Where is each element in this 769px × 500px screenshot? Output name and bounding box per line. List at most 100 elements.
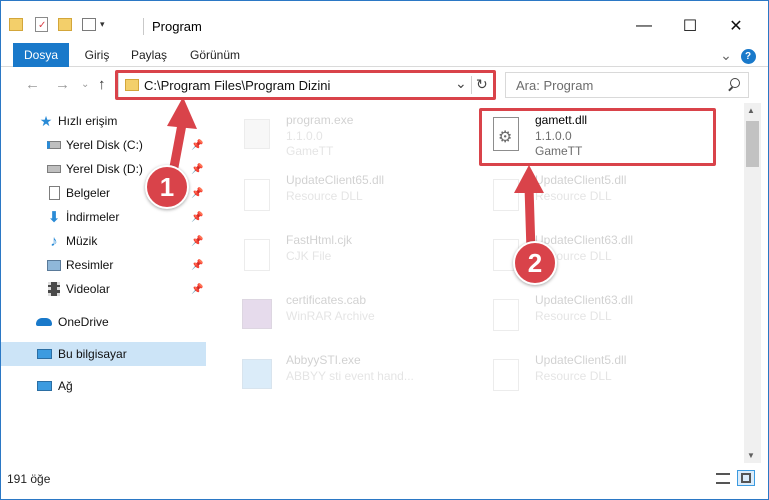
sidebar-item-label: Hızlı erişim — [58, 114, 118, 128]
sidebar-item-label: Ağ — [58, 379, 73, 393]
file-detail: Resource DLL — [535, 309, 612, 323]
dll-icon — [485, 173, 525, 217]
tab-share[interactable]: Paylaş — [127, 43, 171, 67]
sidebar-item-pictures[interactable]: Resimler 📌 — [1, 253, 206, 277]
sidebar-item-quick-access[interactable]: ★ Hızlı erişim — [1, 109, 206, 133]
tab-home[interactable]: Giriş — [77, 43, 117, 67]
file-item-program-exe[interactable]: program.exe 1.1.0.0 GameTT — [216, 105, 451, 165]
cloud-icon — [36, 314, 52, 330]
scroll-down-icon[interactable]: ▼ — [747, 451, 755, 460]
file-detail: 1.1.0.0 — [286, 129, 323, 143]
ribbon-expand-icon[interactable]: ⌄ — [717, 43, 735, 67]
scrollbar-thumb[interactable] — [746, 121, 759, 167]
exe-icon — [236, 113, 276, 157]
file-highlight-box — [479, 108, 716, 166]
window-title: Program — [152, 19, 202, 34]
customize-toolbar-icon[interactable]: ▾ — [100, 19, 105, 30]
pin-icon: 📌 — [191, 187, 204, 199]
up-button[interactable]: ↑ — [98, 76, 106, 93]
forward-button[interactable]: → — [55, 76, 70, 93]
status-bar: 191 öğe — [1, 463, 768, 499]
file-item-updateclient63[interactable]: UpdateClient63.dll Resource DLL — [465, 225, 700, 285]
file-name: UpdateClient5.dll — [535, 353, 627, 367]
address-row: ← → ⌄ ↑ C:\Program Files\Program Dizini … — [1, 67, 768, 103]
pin-icon: 📌 — [191, 259, 204, 271]
sidebar-item-label: Yerel Disk (C:) — [66, 138, 143, 152]
sidebar-item-label: Belgeler — [66, 186, 111, 200]
maximize-button[interactable]: ☐ — [667, 11, 713, 41]
file-item-updateclient65[interactable]: UpdateClient65.dll Resource DLL — [216, 165, 451, 225]
sidebar-item-label: Resimler — [66, 258, 114, 272]
explorer-window: ✓ ▾ Program — ☐ ✕ Dosya Giriş Paylaş Gör… — [0, 0, 769, 500]
file-item-certificates[interactable]: certificates.cab WinRAR Archive — [216, 285, 451, 345]
close-button[interactable]: ✕ — [713, 11, 759, 41]
properties-icon[interactable]: ✓ — [35, 16, 48, 32]
sidebar-item-label: İndirmeler — [66, 210, 120, 224]
dll-icon — [485, 353, 525, 397]
navigation-pane: ★ Hızlı erişim Yerel Disk (C:) 📌 Yerel D… — [1, 103, 211, 463]
file-name: program.exe — [286, 113, 354, 127]
pin-icon: 📌 — [191, 283, 204, 295]
tab-view[interactable]: Görünüm — [185, 43, 245, 67]
scroll-up-icon[interactable]: ▲ — [747, 106, 755, 115]
details-view-icon[interactable] — [714, 470, 732, 486]
tab-file[interactable]: Dosya — [13, 43, 69, 67]
file-item-fasthtml[interactable]: FastHtml.cjk CJK File — [216, 225, 451, 285]
file-detail: Resource DLL — [286, 189, 363, 203]
sidebar-item-this-pc[interactable]: Bu bilgisayar — [1, 342, 206, 366]
sidebar-item-label: Yerel Disk (D:) — [66, 162, 143, 176]
file-name: UpdateClient65.dll — [286, 173, 385, 187]
pin-icon: 📌 — [191, 163, 204, 175]
new-folder-icon[interactable] — [58, 17, 72, 31]
callout-badge-1: 1 — [145, 165, 189, 209]
file-item-updateclient5b[interactable]: UpdateClient5.dll Resource DLL — [465, 345, 700, 405]
file-name: UpdateClient5.dll — [535, 173, 627, 187]
videos-icon — [46, 281, 62, 297]
file-name: AbbyySTI.exe — [286, 353, 361, 367]
item-count: 191 öğe — [7, 472, 51, 486]
file-detail: Resource DLL — [535, 369, 612, 383]
downloads-icon: ⬇ — [47, 209, 61, 226]
file-name: FastHtml.cjk — [286, 233, 352, 247]
file-detail: Resource DLL — [535, 189, 612, 203]
ribbon-tabs: Dosya Giriş Paylaş Görünüm ⌄ ? — [1, 43, 768, 67]
file-detail: ABBYY sti event hand... — [286, 369, 414, 383]
pin-icon: 📌 — [191, 139, 204, 151]
file-detail: WinRAR Archive — [286, 309, 375, 323]
network-icon — [36, 378, 52, 394]
file-item-updateclient63b[interactable]: UpdateClient63.dll Resource DLL — [465, 285, 700, 345]
file-detail: CJK File — [286, 249, 332, 263]
sidebar-item-downloads[interactable]: ⬇ İndirmeler 📌 — [1, 205, 206, 229]
folder-icon — [9, 17, 23, 31]
help-icon[interactable]: ? — [739, 43, 757, 67]
search-icon-handle — [728, 86, 733, 92]
pictures-icon — [46, 257, 62, 273]
sidebar-item-music[interactable]: ♪ Müzik 📌 — [1, 229, 206, 253]
sidebar-item-disk-c[interactable]: Yerel Disk (C:) 📌 — [1, 133, 206, 157]
sidebar-item-label: Videolar — [66, 282, 110, 296]
search-placeholder[interactable]: Ara: Program — [516, 78, 593, 93]
vertical-scrollbar[interactable]: ▲ ▼ — [744, 103, 761, 463]
search-box[interactable]: Ara: Program — [505, 72, 749, 98]
file-name: certificates.cab — [286, 293, 367, 307]
file-item-updateclient5[interactable]: UpdateClient5.dll Resource DLL — [465, 165, 700, 225]
sidebar-item-network[interactable]: Ağ — [1, 374, 206, 398]
pin-icon: 📌 — [191, 235, 204, 247]
dll-icon — [236, 173, 276, 217]
address-highlight-box — [115, 70, 496, 100]
documents-icon — [46, 185, 62, 201]
view-options-icon[interactable] — [82, 17, 96, 31]
sidebar-item-videos[interactable]: Videolar 📌 — [1, 277, 206, 301]
dll-icon — [485, 293, 525, 337]
star-icon: ★ — [39, 112, 53, 129]
file-list: program.exe 1.1.0.0 GameTT UpdateClient6… — [211, 103, 744, 463]
sidebar-item-label: OneDrive — [58, 315, 109, 329]
tiles-view-icon[interactable] — [737, 470, 755, 486]
recent-locations-button[interactable]: ⌄ — [81, 79, 89, 90]
sidebar-item-onedrive[interactable]: OneDrive — [1, 310, 206, 334]
minimize-button[interactable]: — — [621, 11, 667, 41]
file-item-abbyysti[interactable]: AbbyySTI.exe ABBYY sti event hand... — [216, 345, 451, 405]
back-button[interactable]: ← — [25, 76, 40, 93]
callout-badge-2: 2 — [513, 241, 557, 285]
title-separator — [143, 18, 144, 35]
